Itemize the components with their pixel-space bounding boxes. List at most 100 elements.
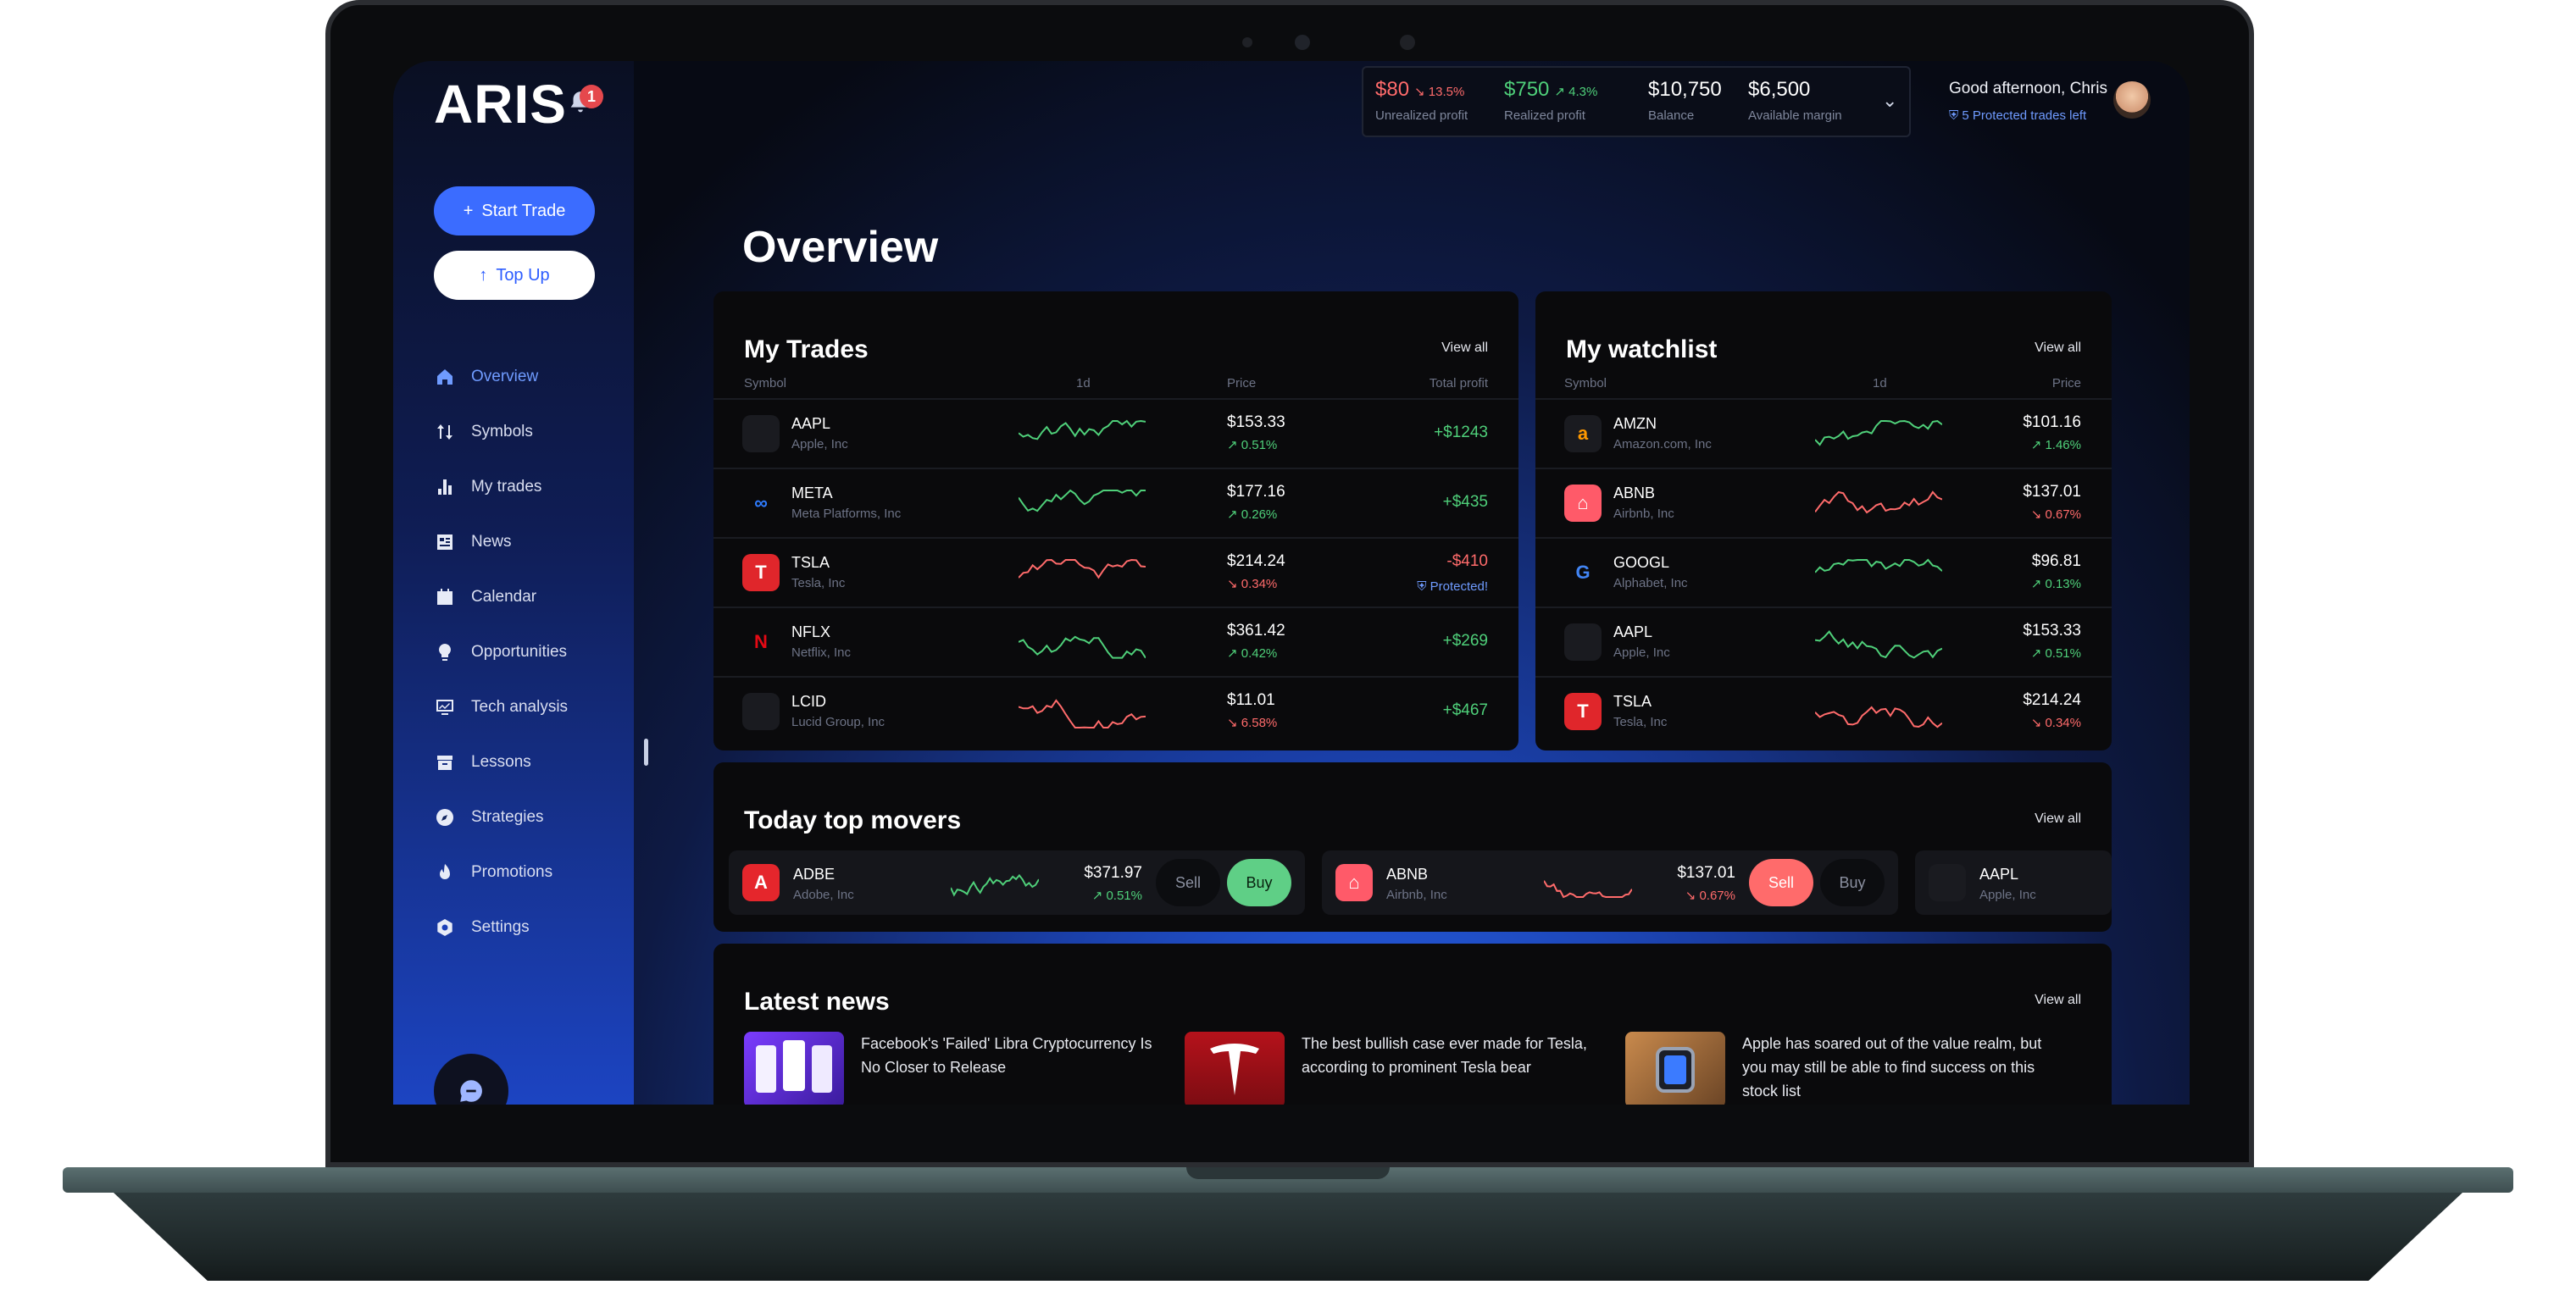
mover-item[interactable]: AAPL Apple, Inc (1915, 850, 2112, 915)
price-value: $96.81 (2031, 552, 2081, 570)
table-row[interactable]: ∞ META Meta Platforms, Inc $177.16 ↗ 0.26% +$… (713, 468, 1518, 537)
sidebar-item-news[interactable]: News (434, 514, 620, 569)
sidebar-item-label: Symbols (471, 422, 533, 440)
column-header: Price (1227, 376, 1257, 390)
price-value: $361.42 (1227, 622, 1285, 640)
sidebar-item-lessons[interactable]: Lessons (434, 734, 620, 789)
sparkline-1d (1019, 558, 1146, 579)
notification-badge: 1 (580, 85, 603, 108)
sell-button[interactable]: Sell (1156, 859, 1220, 906)
meta-logo-icon: ∞ (754, 492, 768, 513)
stat-value: $10,750 (1648, 78, 1722, 101)
avatar[interactable] (2113, 81, 2151, 119)
sidebar-item-label: Promotions (471, 862, 553, 881)
sparkline-1d (1019, 699, 1146, 728)
symbol-ticker: NFLX (791, 623, 831, 640)
news-item[interactable]: The best bullish case ever made for Tesl… (1185, 1032, 1615, 1105)
sidebar-item-label: Lessons (471, 752, 531, 771)
adbe-logo-icon: A (742, 864, 780, 901)
start-trade-button[interactable]: + Start Trade (434, 186, 595, 235)
table-row[interactable]: N NFLX Netflix, Inc $361.42 ↗ 0.42% +$269 (713, 606, 1518, 676)
table-row[interactable]: a AMZN Amazon.com, Inc $101.16 ↗ 1.46% (1535, 398, 2112, 468)
total-profit: -$410 (1446, 552, 1488, 570)
archive-icon (434, 751, 456, 773)
abnb-logo-icon: ⌂ (1564, 485, 1602, 522)
protected-label: Protected! (1430, 579, 1488, 594)
view-all-link[interactable]: View all (1441, 341, 1488, 356)
amzn-logo-icon: a (1564, 415, 1602, 452)
price-value: $371.97 (1084, 864, 1142, 882)
mover-item[interactable]: A ADBE Adobe, Inc $371.97 ↗ 0.51% Sell Buy (729, 850, 1305, 915)
top-up-button[interactable]: ↑ Top Up (434, 251, 595, 300)
sidebar-item-tech-analysis[interactable]: Tech analysis (434, 679, 620, 734)
plus-icon: + (463, 201, 474, 220)
sidebar-item-calendar[interactable]: Calendar (434, 569, 620, 624)
column-header: 1d (1873, 376, 1887, 390)
sidebar-item-label: Calendar (471, 587, 537, 606)
greeting: Good afternoon, Chris (1949, 80, 2107, 97)
news-headline: Facebook's 'Failed' Libra Cryptocurrency… (861, 1035, 1152, 1076)
symbol-ticker: TSLA (791, 554, 830, 571)
chat-icon[interactable] (434, 1054, 508, 1105)
symbol-name: Airbnb, Inc (1613, 507, 1674, 521)
laptop-hinge-notch (1186, 1167, 1390, 1179)
price-change: ↗ 0.13% (2030, 577, 2081, 591)
sidebar-item-my-trades[interactable]: My trades (434, 459, 620, 514)
sidebar-item-label: Opportunities (471, 642, 568, 661)
sell-button[interactable]: Sell (1749, 859, 1813, 906)
symbol-ticker: ADBE (793, 866, 836, 883)
table-row[interactable]: ⌂ ABNB Airbnb, Inc $137.01 ↘ 0.67% (1535, 468, 2112, 537)
sparkline-1d (951, 873, 1039, 897)
camera-lens (1295, 35, 1310, 50)
account-stats-bar[interactable]: $80 ↘ 13.5% Unrealized profit $750 ↗ 4.3% … (1362, 66, 1911, 137)
total-profit: +$269 (1442, 632, 1488, 650)
table-row[interactable]: T TSLA Tesla, Inc $214.24 ↘ 0.34% -$410 ⛨ Prot… (713, 537, 1518, 606)
symbol-name: Apple, Inc (1613, 645, 1670, 660)
table-row[interactable]: AAPL Apple, Inc $153.33 ↗ 0.51% +$1243 (713, 398, 1518, 468)
view-all-link[interactable]: View all (2035, 993, 2081, 1008)
price-change: ↘ 0.67% (2030, 507, 2081, 522)
sidebar-scrollbar[interactable] (644, 739, 648, 766)
symbol-name: Adobe, Inc (793, 888, 854, 902)
price-change: ↘ 0.67% (1685, 889, 1735, 903)
news-item[interactable]: Facebook's 'Failed' Libra Cryptocurrency… (744, 1032, 1174, 1105)
view-all-link[interactable]: View all (2035, 811, 2081, 827)
sidebar-item-settings[interactable]: Settings (434, 900, 620, 955)
stat-value: $80 (1375, 78, 1410, 101)
price-change: ↗ 0.26% (1227, 507, 1278, 522)
table-row[interactable]: T TSLA Tesla, Inc $214.24 ↘ 0.34% (1535, 676, 2112, 745)
table-row[interactable]: LCID Lucid Group, Inc $11.01 ↘ 6.58% +$467 (713, 676, 1518, 745)
sidebar-nav: Overview Symbols My trades News Calendar (434, 349, 620, 955)
price-change: ↗ 0.51% (2030, 646, 2081, 661)
mover-item[interactable]: ⌂ ABNB Airbnb, Inc $137.01 ↘ 0.67% Sell Buy (1322, 850, 1898, 915)
app-logo[interactable]: ARIS (434, 73, 567, 136)
table-row[interactable]: AAPL Apple, Inc $153.33 ↗ 0.51% (1535, 606, 2112, 676)
chevron-down-icon[interactable]: ⌄ (1882, 90, 1897, 112)
news-headline: Apple has soared out of the value realm,… (1742, 1035, 2042, 1099)
sidebar-item-strategies[interactable]: Strategies (434, 789, 620, 845)
stat-value: $6,500 (1748, 78, 1811, 101)
sidebar-item-opportunities[interactable]: Opportunities (434, 624, 620, 679)
tsla-logo-icon: T (742, 554, 780, 591)
sidebar-item-overview[interactable]: Overview (434, 349, 620, 404)
news-thumbnail (744, 1032, 844, 1105)
sidebar-item-symbols[interactable]: Symbols (434, 404, 620, 459)
stat-unrealized-profit: $80 ↘ 13.5% Unrealized profit (1375, 78, 1468, 123)
buy-button[interactable]: Buy (1820, 859, 1885, 906)
price-value: $101.16 (2023, 413, 2081, 431)
news-item[interactable]: Apple has soared out of the value realm,… (1625, 1032, 2056, 1105)
news-thumbnail (1185, 1032, 1285, 1105)
monitor-chart-icon (434, 696, 456, 718)
total-profit: +$1243 (1434, 424, 1488, 441)
price-change: ↘ 6.58% (1227, 716, 1278, 730)
table-row[interactable]: G GOOGL Alphabet, Inc $96.81 ↗ 0.13% (1535, 537, 2112, 606)
device-mockup: ARIS 1 + Start Trade ↑ Top Up Overview S… (0, 0, 2576, 1296)
sidebar-item-label: Settings (471, 917, 530, 936)
buy-button[interactable]: Buy (1227, 859, 1291, 906)
page-title: Overview (742, 223, 939, 272)
watchlist-card: My watchlist View all Symbol 1d Price aA… (1535, 291, 2112, 750)
view-all-link[interactable]: View all (2035, 341, 2081, 356)
symbol-ticker: ABNB (1613, 485, 1656, 501)
sidebar-item-promotions[interactable]: Promotions (434, 845, 620, 900)
sidebar-item-label: Tech analysis (471, 697, 569, 716)
